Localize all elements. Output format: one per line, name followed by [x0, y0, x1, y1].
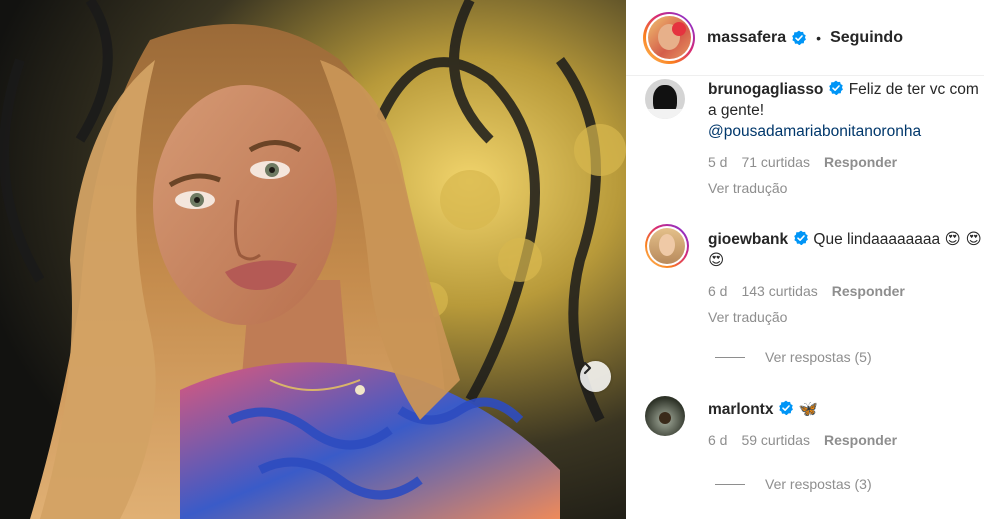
see-translation-button[interactable]: Ver tradução [708, 307, 984, 328]
comment-item: brunogagliasso Feliz de ter vc com a gen… [645, 79, 984, 199]
comment-username[interactable]: marlontx [708, 401, 773, 418]
author-story-ring[interactable] [643, 11, 695, 64]
comment-username[interactable]: brunogagliasso [708, 81, 823, 98]
verified-badge-icon [792, 30, 807, 45]
reply-button[interactable]: Responder [824, 430, 897, 451]
commenter-avatar[interactable] [645, 396, 685, 436]
reply-button[interactable]: Responder [824, 152, 897, 173]
butterfly-emoji: 🦋 [798, 400, 819, 418]
comment-age: 5 d [708, 154, 728, 170]
comment-text: Que lindaaaaaaaa [813, 231, 941, 248]
comment-meta: 6 d 143 curtidas Responder [708, 281, 984, 302]
comment-username[interactable]: gioewbank [708, 231, 788, 248]
view-replies-label: Ver respostas (3) [765, 476, 872, 492]
view-replies-button[interactable]: Ver respostas (3) [715, 476, 872, 492]
comment-likes[interactable]: 59 curtidas [741, 430, 809, 451]
comment-age: 6 d [708, 432, 728, 448]
reply-button[interactable]: Responder [832, 281, 905, 302]
post-photo [0, 0, 626, 519]
verified-badge-icon [794, 230, 809, 245]
comment-likes[interactable]: 143 curtidas [741, 281, 817, 302]
next-photo-button[interactable] [580, 361, 611, 392]
comment-item: gioewbank Que lindaaaaaaaa 😍 😍 😍 6 d 143… [645, 224, 984, 328]
separator-dot: • [816, 29, 822, 46]
comment-meta: 6 d 59 curtidas Responder [708, 430, 984, 451]
replies-divider [715, 356, 745, 358]
commenter-avatar [649, 228, 685, 264]
comment-mention-link[interactable]: @pousadamariabonitanoronha [708, 123, 921, 140]
author-username[interactable]: massafera [707, 29, 786, 47]
comment-age: 6 d [708, 283, 728, 299]
portrait-illustration [0, 0, 626, 519]
commenter-story-ring[interactable] [645, 224, 689, 268]
verified-badge-icon [779, 400, 794, 415]
post-header: massafera • Seguindo [626, 0, 984, 76]
commenter-avatar[interactable] [645, 79, 685, 119]
following-button[interactable]: Seguindo [830, 29, 903, 47]
view-replies-label: Ver respostas (5) [765, 349, 872, 365]
comment-meta: 5 d 71 curtidas Responder [708, 152, 984, 173]
chevron-right-icon [583, 361, 592, 375]
view-replies-button[interactable]: Ver respostas (5) [715, 349, 872, 365]
author-avatar [647, 16, 691, 59]
post-side-panel: massafera • Seguindo brunogagliasso Feli… [626, 0, 984, 519]
replies-divider [715, 483, 745, 485]
verified-badge-icon [829, 80, 844, 95]
see-translation-button[interactable]: Ver tradução [708, 178, 984, 199]
comment-item: marlontx 🦋 6 d 59 curtidas Responder [645, 396, 984, 451]
comment-likes[interactable]: 71 curtidas [741, 152, 809, 173]
